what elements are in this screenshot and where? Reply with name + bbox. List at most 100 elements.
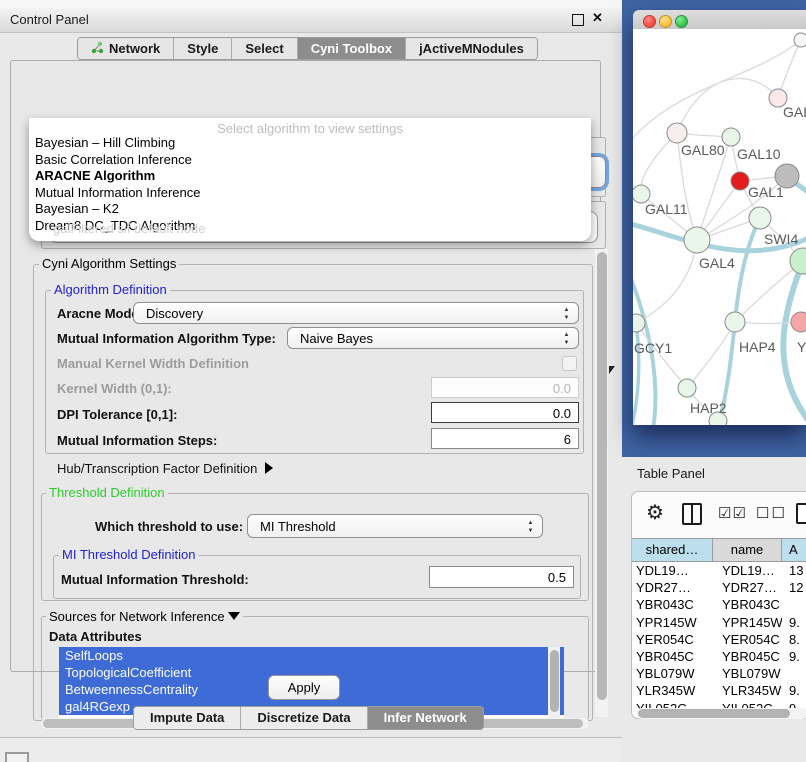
bottom-tab-discretize-data[interactable]: Discretize Data xyxy=(241,707,367,729)
table-row[interactable]: YDL19…YDL19…13 xyxy=(632,562,806,579)
table-header-row: shared…nameA xyxy=(632,538,806,562)
mi-threshold-definition-title: MI Threshold Definition xyxy=(59,547,198,562)
manual-kernel-label: Manual Kernel Width Definition xyxy=(57,356,249,371)
new-page-icon[interactable] xyxy=(796,503,806,524)
which-threshold-label: Which threshold to use: xyxy=(95,519,243,534)
dropdown-item[interactable]: Bayesian – K2 xyxy=(35,201,575,218)
dropdown-item[interactable]: Bayesian – Hill Climbing xyxy=(35,135,575,152)
table-cell xyxy=(782,665,806,682)
table-cell: YBR043C xyxy=(713,596,782,613)
table-cell: 8. xyxy=(782,631,806,648)
attribute-item[interactable]: SelfLoops xyxy=(59,647,564,664)
table-row[interactable]: YLR345WYLR345W9. xyxy=(632,682,806,699)
column-header[interactable]: shared… xyxy=(632,539,713,561)
table-cell: YDR27… xyxy=(632,579,713,596)
tab-select[interactable]: Select xyxy=(232,38,297,59)
node-label: GAL80 xyxy=(681,142,725,158)
attributes-scrollbar[interactable] xyxy=(548,647,560,718)
hub-definition-expander[interactable]: Hub/Transcription Factor Definition xyxy=(57,461,273,476)
collapse-down-icon xyxy=(228,612,240,620)
tab-style[interactable]: Style xyxy=(174,38,232,59)
node-label: GAL11 xyxy=(645,201,688,217)
bottom-tab-impute-data[interactable]: Impute Data xyxy=(134,707,241,729)
bottom-tab-bar: Impute DataDiscretize DataInfer Network xyxy=(133,706,484,730)
table-cell: YER054C xyxy=(632,631,713,648)
table-rows: YDL19…YDL19…13YDR27…YDR27…12YBR043CYBR04… xyxy=(632,562,806,709)
node-attribute-table[interactable]: shared…nameA YDL19…YDL19…13YDR27…YDR27…1… xyxy=(632,538,806,709)
manual-kernel-checkbox[interactable] xyxy=(562,356,577,371)
network-node-gal10[interactable] xyxy=(722,128,740,146)
table-horizontal-scrollbar[interactable] xyxy=(636,708,806,719)
attributes-scrollbar-thumb[interactable] xyxy=(550,650,559,712)
aracne-mode-combobox[interactable]: Discovery ▲▼ xyxy=(133,302,579,324)
which-threshold-combobox[interactable]: MI Threshold ▲▼ xyxy=(247,514,543,538)
table-row[interactable]: YBL079WYBL079W xyxy=(632,665,806,682)
column-header[interactable]: A xyxy=(782,539,806,561)
sources-title-text: Sources for Network Inference xyxy=(49,609,225,624)
node-label: HAP2 xyxy=(690,400,727,416)
expand-right-icon xyxy=(265,462,273,474)
sources-title[interactable]: Sources for Network Inference xyxy=(46,609,243,624)
dropdown-item[interactable]: ARACNE Algorithm xyxy=(35,168,575,185)
network-node-gal4[interactable] xyxy=(684,227,710,253)
kernel-width-label: Kernel Width (0,1): xyxy=(57,381,172,396)
table-row[interactable]: YPR145WYPR145W9. xyxy=(632,614,806,631)
table-panel-title: Table Panel xyxy=(637,466,705,481)
gear-icon[interactable]: ⚙ xyxy=(646,500,664,525)
dropdown-item[interactable]: Basic Correlation Inference xyxy=(35,152,575,169)
network-node-hap2[interactable] xyxy=(678,379,696,397)
table-row[interactable]: YBR043CYBR043C xyxy=(632,596,806,613)
control-panel-titlebar[interactable]: Control Panel ✕ xyxy=(0,8,622,33)
table-cell: YBL079W xyxy=(713,665,782,682)
minimized-window-icon[interactable] xyxy=(5,752,29,762)
table-row[interactable]: YDR27…YDR27…12 xyxy=(632,579,806,596)
mi-threshold-label: Mutual Information Threshold: xyxy=(61,572,249,587)
tab-cyni-toolbox[interactable]: Cyni Toolbox xyxy=(298,38,406,59)
network-node-hap4[interactable] xyxy=(725,312,745,332)
tab-network[interactable]: Network xyxy=(78,38,174,59)
checked-boxes-icon[interactable]: ☑☑ xyxy=(718,504,747,522)
table-row[interactable]: YER054CYER054C8. xyxy=(632,631,806,648)
dropdown-placeholder: Select algorithm to view settings xyxy=(29,121,591,136)
table-panel-box: ⚙ ☑☑ ☐☐ shared…nameA YDL19…YDL19…13YDR27… xyxy=(631,491,806,719)
table-cell: YDL19… xyxy=(632,562,713,579)
settings-vertical-scrollbar[interactable] xyxy=(595,249,608,717)
network-node[interactable] xyxy=(731,172,749,190)
network-node-gal80[interactable] xyxy=(667,123,687,143)
column-header[interactable]: name xyxy=(713,539,782,561)
float-window-icon[interactable] xyxy=(572,14,584,26)
network-canvas[interactable]: GALGAL80GAL10GAL1SWI4GAL11GAL4GCY1HAP4YH… xyxy=(633,29,806,425)
network-window-titlebar[interactable] xyxy=(633,10,806,30)
screen: Control Panel ✕ NetworkStyleSelectCyni T… xyxy=(0,0,806,762)
table-cell: YLR345W xyxy=(713,682,782,699)
table-cell: YDL19… xyxy=(713,562,782,579)
network-node-y[interactable] xyxy=(791,312,806,332)
spinner-arrows-icon: ▲▼ xyxy=(562,331,571,347)
minimize-traffic-light-icon[interactable] xyxy=(659,15,672,28)
table-hscrollbar-thumb[interactable] xyxy=(638,709,790,718)
zoom-traffic-light-icon[interactable] xyxy=(675,15,688,28)
dpi-tolerance-field[interactable]: 0.0 xyxy=(431,402,579,423)
mi-threshold-field[interactable]: 0.5 xyxy=(429,566,574,588)
settings-vscrollbar-thumb[interactable] xyxy=(597,252,607,700)
node-label: SWI4 xyxy=(764,231,798,247)
bottom-tab-infer-network[interactable]: Infer Network xyxy=(368,707,483,729)
table-cell xyxy=(782,596,806,613)
close-icon[interactable]: ✕ xyxy=(592,10,603,26)
table-row[interactable]: YBR045CYBR045C9. xyxy=(632,648,806,665)
dropdown-item[interactable]: Mutual Information Inference xyxy=(35,185,575,202)
which-threshold-value: MI Threshold xyxy=(260,519,336,534)
kernel-width-field[interactable]: 0.0 xyxy=(431,377,579,398)
table-cell: 9. xyxy=(782,614,806,631)
network-node[interactable] xyxy=(794,33,806,47)
mi-steps-field[interactable]: 6 xyxy=(431,428,579,449)
close-traffic-light-icon[interactable] xyxy=(643,15,656,28)
ghost-combo-text: galFiltered sif default node xyxy=(53,221,205,236)
mouse-cursor xyxy=(609,366,615,374)
network-node-gal1[interactable] xyxy=(749,207,771,229)
tab-jactivemnodules[interactable]: jActiveMNodules xyxy=(406,38,537,59)
apply-button[interactable]: Apply xyxy=(268,675,340,700)
split-columns-icon[interactable] xyxy=(682,503,702,525)
unchecked-boxes-icon[interactable]: ☐☐ xyxy=(756,504,787,522)
mi-type-combobox[interactable]: Naive Bayes ▲▼ xyxy=(287,327,579,349)
